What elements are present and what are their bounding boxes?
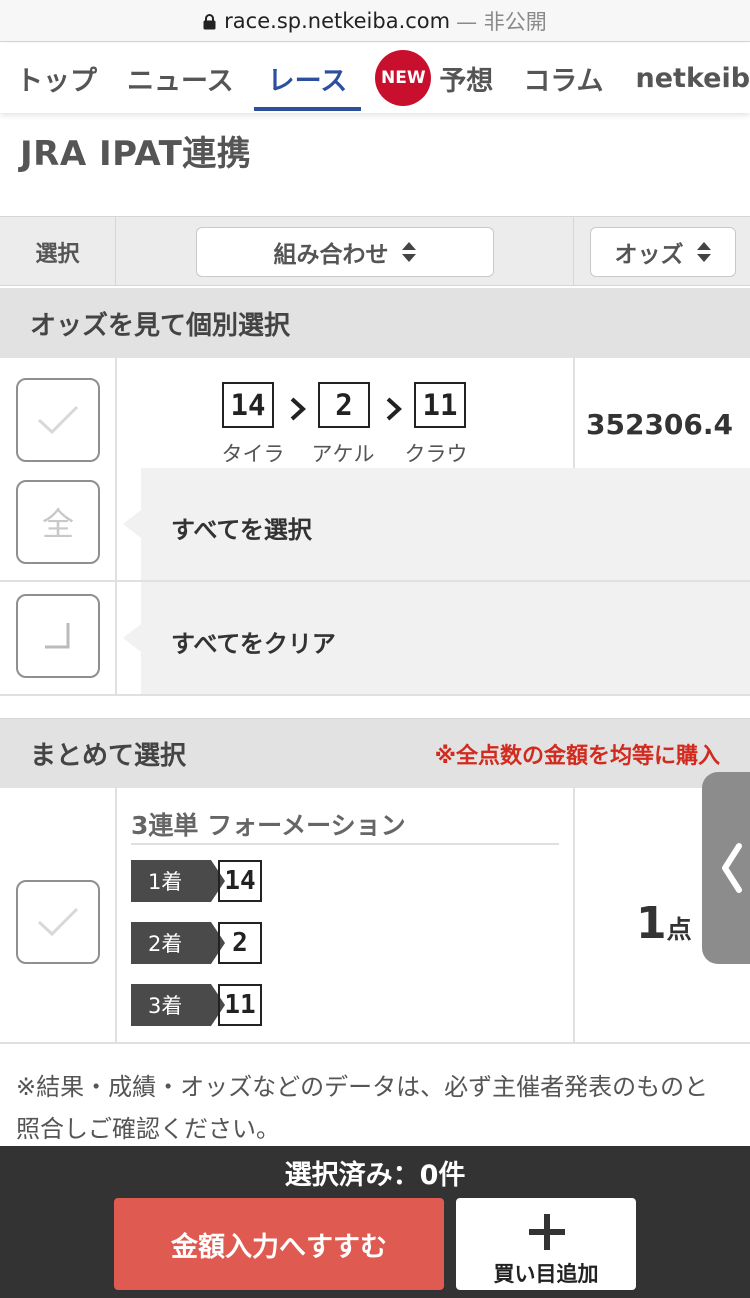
privacy-label: — 非公開 (456, 9, 547, 34)
table-header: 選択 組み合わせ オッズ (0, 216, 750, 286)
row-divider (115, 788, 117, 1042)
horse-number-box: 2 (318, 382, 370, 428)
odds-value: 352306.4 (586, 408, 734, 441)
row-divider (0, 1042, 750, 1044)
combination-sort-label: 組み合わせ (273, 242, 389, 268)
select-all-label: すべてを選択 (171, 516, 312, 544)
odds-sort-label: オッズ (614, 242, 684, 268)
disclaimer-text: ※結果・成績・オッズなどのデータは、必ず主催者発表のものと照合しご確認ください。 (16, 1073, 709, 1143)
page-title: JRA IPAT連携 (20, 134, 252, 174)
selected-count: 選択済み：0件 (284, 1160, 466, 1191)
place-number: 2 (218, 922, 262, 964)
browser-url-bar[interactable]: race.sp.netkeiba.com — 非公開 (0, 0, 750, 42)
nav-item-label: レース (267, 65, 348, 97)
select-all-option[interactable]: すべてを選択 (123, 468, 750, 580)
lock-icon (203, 13, 216, 29)
sort-icon (696, 242, 711, 262)
proceed-to-amount-button[interactable]: 金額入力へすすむ (114, 1198, 444, 1290)
points-unit: 点 (666, 915, 692, 944)
new-badge: NEW (375, 50, 432, 106)
individual-bet-area: 14 2 11 タイラ アケル クラウ 352306.4 全 すべてを選択 すべ… (0, 358, 750, 696)
add-bet-label: 買い目追加 (493, 1262, 599, 1286)
row-divider (0, 694, 750, 696)
nav-item-label: コラム (523, 65, 604, 97)
place-number: 14 (218, 860, 262, 902)
column-divider (573, 217, 574, 286)
horse-name: タイラ (221, 442, 285, 466)
section-title: オッズを見て個別選択 (30, 310, 291, 341)
page: race.sp.netkeiba.com — 非公開 トップ ニュース レース … (0, 0, 750, 1298)
bet-type-divider (131, 843, 559, 845)
nav-item-prediction[interactable]: NEW 予想 (375, 43, 493, 113)
horse-name: アケル (311, 442, 375, 466)
nav-item-netkeiba[interactable]: netkeiba (636, 43, 750, 113)
arrow-right-icon (290, 397, 306, 421)
clear-all-option[interactable]: すべてをクリア (123, 582, 750, 694)
clear-all-checkbox[interactable] (16, 594, 100, 678)
clear-icon (45, 623, 70, 649)
nav-item-label: 予想 (439, 65, 494, 97)
nav-item-label: netkeiba (635, 62, 750, 94)
nav-item-label: ニュース (127, 65, 234, 97)
place-tag: 3着 (131, 984, 225, 1026)
bulk-checkbox[interactable] (16, 880, 100, 964)
add-bet-button[interactable]: 買い目追加 (456, 1198, 636, 1290)
nav-item-race[interactable]: レース (253, 43, 362, 113)
horse-number-box: 11 (414, 382, 466, 428)
odds-divider (573, 358, 575, 468)
select-all-checkbox[interactable]: 全 (16, 480, 100, 564)
bet-type-label: 3連単 フォーメーション (131, 811, 406, 840)
side-drawer-tab[interactable] (702, 772, 750, 964)
place-tag: 2着 (131, 922, 225, 964)
points-divider (573, 788, 575, 1042)
place-number: 11 (218, 984, 262, 1026)
top-nav: トップ ニュース レース NEW 予想 コラム netkeiba (0, 43, 750, 113)
bulk-note: ※全点数の金額を均等に購入 (434, 743, 720, 769)
nav-item-top[interactable]: トップ (16, 43, 97, 113)
points-count: 1点 (636, 898, 692, 949)
url-text: race.sp.netkeiba.com (224, 8, 451, 33)
combination-sort-button[interactable]: 組み合わせ (196, 227, 494, 277)
odds-sort-button[interactable]: オッズ (590, 227, 736, 277)
horse-name: クラウ (404, 442, 468, 466)
bet-checkbox[interactable] (16, 378, 100, 462)
place-tag: 1着 (131, 860, 225, 902)
horse-number-box: 14 (222, 382, 274, 428)
sort-icon (401, 242, 416, 262)
popup-notch (123, 624, 141, 652)
bulk-select-section-header: まとめて選択 ※全点数の金額を均等に購入 (0, 718, 750, 788)
individual-select-section-header: オッズを見て個別選択 (0, 288, 750, 358)
check-icon (37, 907, 79, 937)
section-title: まとめて選択 (30, 741, 187, 771)
points-number: 1 (636, 898, 667, 949)
plus-icon (529, 1214, 565, 1250)
chevron-left-icon (722, 843, 742, 893)
check-icon (37, 405, 79, 435)
arrow-right-icon (386, 397, 402, 421)
clear-all-label: すべてをクリア (171, 630, 336, 658)
nav-item-column[interactable]: コラム (523, 43, 603, 113)
popup-notch (123, 510, 141, 538)
nav-item-news[interactable]: ニュース (127, 43, 234, 113)
select-all-icon: 全 (41, 505, 74, 543)
row-divider (115, 358, 117, 696)
nav-item-label: トップ (16, 65, 97, 97)
select-column-header: 選択 (0, 217, 116, 286)
